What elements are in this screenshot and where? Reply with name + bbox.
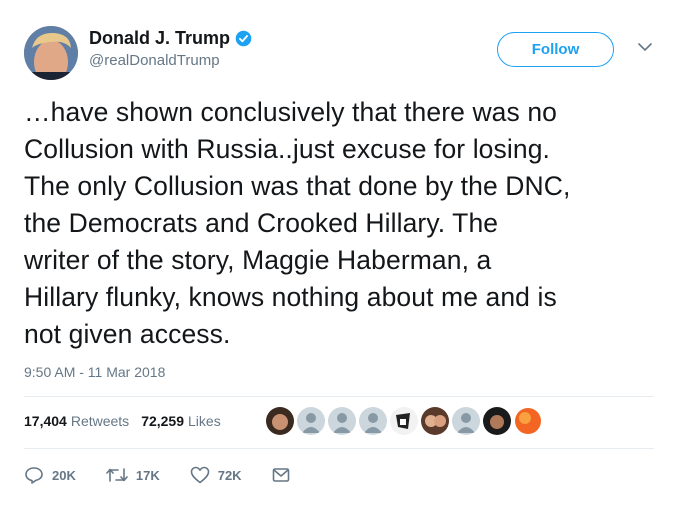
like-count: 72K bbox=[217, 467, 242, 483]
retweets-label: Retweets bbox=[70, 413, 130, 429]
author-avatar[interactable] bbox=[24, 26, 78, 80]
direct-message-button[interactable] bbox=[272, 467, 290, 483]
tweet-stats: 17,404 Retweets 72,259 Likes bbox=[24, 413, 233, 429]
display-name[interactable]: Donald J. Trump bbox=[89, 28, 230, 49]
liker-avatar[interactable] bbox=[452, 407, 480, 435]
author-handle[interactable]: @realDonaldTrump bbox=[89, 52, 252, 69]
likes-stat[interactable]: 72,259 Likes bbox=[141, 413, 221, 429]
retweet-icon bbox=[106, 468, 128, 482]
tweet-line: writer of the story, Maggie Haberman, a bbox=[24, 245, 492, 275]
likes-label: Likes bbox=[188, 413, 221, 429]
tweet-card: Donald J. Trump @realDonaldTrump Follow … bbox=[0, 0, 696, 512]
likes-count: 72,259 bbox=[141, 413, 185, 429]
tweet-line: not given access. bbox=[24, 319, 231, 349]
retweet-button[interactable]: 17K bbox=[106, 467, 160, 483]
tweet-line: …have shown conclusively that there was … bbox=[24, 97, 558, 127]
divider bbox=[24, 396, 654, 397]
retweets-count: 17,404 bbox=[24, 413, 67, 429]
follow-button[interactable]: Follow bbox=[497, 32, 614, 67]
chevron-down-icon[interactable] bbox=[638, 42, 652, 52]
author-info: Donald J. Trump @realDonaldTrump bbox=[89, 28, 252, 69]
tweet-timestamp[interactable]: 9:50 AM - 11 Mar 2018 bbox=[24, 364, 165, 380]
reply-icon bbox=[25, 467, 43, 484]
divider bbox=[24, 448, 654, 449]
liker-avatar[interactable] bbox=[483, 407, 511, 435]
like-button[interactable]: 72K bbox=[190, 466, 242, 484]
tweet-line: The only Collusion was that done by the … bbox=[24, 171, 571, 201]
tweet-text: …have shown conclusively that there was … bbox=[24, 94, 674, 353]
tweet-line: Collusion with Russia..just excuse for l… bbox=[24, 134, 550, 164]
reply-count: 20K bbox=[52, 467, 76, 483]
liker-avatar[interactable] bbox=[421, 407, 449, 435]
tweet-line: Hillary flunky, knows nothing about me a… bbox=[24, 282, 557, 312]
liker-avatar[interactable] bbox=[328, 407, 356, 435]
verified-badge-icon bbox=[235, 30, 252, 47]
liker-avatar[interactable] bbox=[359, 407, 387, 435]
liker-avatar[interactable] bbox=[297, 407, 325, 435]
liker-avatar[interactable] bbox=[266, 407, 294, 435]
tweet-actions: 20K 17K 72K bbox=[24, 466, 320, 484]
author-name-link[interactable]: Donald J. Trump bbox=[89, 28, 252, 49]
liker-avatar[interactable] bbox=[390, 407, 418, 435]
likers-avatars bbox=[266, 407, 542, 435]
heart-icon bbox=[190, 466, 210, 484]
reply-button[interactable]: 20K bbox=[24, 466, 76, 484]
envelope-icon bbox=[272, 468, 289, 482]
retweet-count: 17K bbox=[135, 467, 160, 483]
tweet-line: the Democrats and Crooked Hillary. The bbox=[24, 208, 499, 238]
liker-avatar[interactable] bbox=[514, 407, 542, 435]
retweets-stat[interactable]: 17,404 Retweets bbox=[24, 413, 129, 429]
